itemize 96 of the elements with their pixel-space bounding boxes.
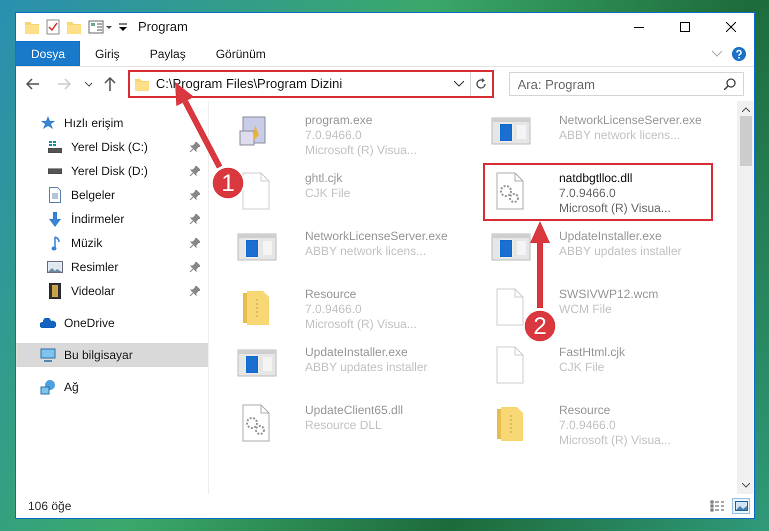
view-button[interactable]	[708, 498, 726, 514]
scroll-up-icon[interactable]	[742, 107, 750, 112]
file-detail: 7.0.9466.0	[305, 128, 363, 143]
sidebar-item[interactable]: Ağ	[16, 375, 208, 399]
star-icon	[40, 115, 56, 131]
scroll-down-icon[interactable]	[742, 483, 750, 488]
properties-icon[interactable]	[46, 19, 60, 35]
help-icon[interactable]	[732, 46, 746, 60]
file-detail: 7.0.9466.0	[559, 186, 617, 201]
sidebar-item[interactable]: OneDrive	[16, 311, 208, 335]
sidebar-item[interactable]: Bu bilgisayar	[16, 343, 208, 367]
network-icon	[40, 380, 56, 394]
sidebar-item[interactable]: Resimler	[16, 255, 208, 279]
music-note-icon	[50, 236, 60, 250]
search-field[interactable]: Ara: Program	[508, 72, 744, 96]
file-detail: ABBY network licens...	[559, 128, 682, 143]
drive-icon	[47, 168, 63, 174]
sidebar-item[interactable]: İndirmeler	[16, 207, 208, 231]
ribbon-tab[interactable]: Giriş	[80, 41, 135, 66]
folder-icon	[134, 76, 150, 92]
sidebar-label: Müzik	[71, 235, 104, 252]
file-name: UpdateInstaller.exe	[559, 229, 663, 244]
file-name: program.exe	[305, 113, 374, 128]
address-path: C:\Program Files\Program Dizini	[156, 75, 344, 94]
file-detail: Microsoft (R) Visua...	[305, 143, 417, 158]
sidebar-item[interactable]: Yerel Disk (C:)	[16, 135, 208, 159]
file-name: UpdateInstaller.exe	[305, 345, 409, 360]
file-detail: Microsoft (R) Visua...	[305, 317, 417, 332]
film-icon	[49, 283, 61, 299]
file-detail: Microsoft (R) Visua...	[559, 201, 671, 216]
search-icon[interactable]	[724, 78, 736, 90]
sidebar-item[interactable]: Videolar	[16, 279, 208, 303]
dropdown-icon[interactable]	[454, 81, 464, 87]
file-detail: 7.0.9466.0	[559, 418, 617, 433]
recent-dropdown-icon[interactable]	[84, 82, 92, 86]
large-icons-view-icon	[734, 499, 748, 513]
file-detail: ABBY updates installer	[559, 244, 682, 259]
window-title: Program	[138, 18, 188, 36]
view-button[interactable]	[732, 498, 750, 514]
annotation-number: 1	[221, 170, 235, 197]
sidebar-item[interactable]: Belgeler	[16, 183, 208, 207]
file-detail: ABBY network licens...	[305, 244, 428, 259]
sidebar-label: Bu bilgisayar	[64, 347, 134, 364]
sidebar-label: Videolar	[71, 283, 116, 300]
picture-icon	[47, 261, 63, 273]
close-icon	[726, 22, 736, 32]
up-icon[interactable]	[104, 77, 116, 91]
file-detail: 7.0.9466.0	[305, 302, 363, 317]
file-name: natdbgtlloc.dll	[559, 171, 634, 186]
annotation-badge	[523, 309, 557, 343]
computer-icon	[40, 348, 56, 362]
customize-icon[interactable]	[88, 19, 112, 35]
annotation-number: 2	[533, 313, 547, 340]
back-icon[interactable]	[26, 78, 40, 90]
sidebar-label: Ağ	[64, 379, 80, 396]
file-detail: ABBY updates installer	[305, 360, 428, 375]
highlighted-file-item[interactable]: natdbgtlloc.dll 7.0.9466.0 Microsoft (R) Visua...	[483, 163, 713, 221]
file-detail: WCM File	[559, 302, 613, 317]
sidebar-item[interactable]: Müzik	[16, 231, 208, 255]
minimize-icon	[634, 26, 644, 28]
scrollbar-thumb[interactable]	[740, 116, 752, 166]
download-icon	[49, 212, 61, 226]
cloud-icon	[40, 318, 56, 328]
sidebar-label: Hızlı erişim	[64, 115, 124, 132]
sidebar-label: Yerel Disk (C:)	[71, 139, 149, 156]
file-detail: Microsoft (R) Visua...	[559, 433, 671, 448]
file-name: UpdateClient65.dll	[305, 403, 404, 418]
file-name: NetworkLicenseServer.exe	[305, 229, 448, 244]
item-count: 106 öğe	[28, 498, 72, 515]
file-detail: Resource DLL	[305, 418, 383, 433]
refresh-icon	[475, 78, 488, 90]
annotation-badge	[211, 166, 245, 200]
scrollbar[interactable]	[737, 101, 754, 494]
ribbon-tab[interactable]: Görünüm	[200, 41, 281, 66]
maximize-icon	[680, 22, 690, 32]
file-detail: CJK File	[305, 186, 350, 201]
file-name: NetworkLicenseServer.exe	[559, 113, 702, 128]
address-bar[interactable]: C:\Program Files\Program Dizini	[128, 70, 494, 98]
ribbon-tab[interactable]: Paylaş	[134, 41, 201, 66]
sidebar-item[interactable]: Hızlı erişim	[16, 111, 208, 135]
ribbon-tab[interactable]: Dosya	[16, 41, 80, 66]
file-name: FastHtml.cjk	[559, 345, 625, 360]
file-detail: CJK File	[559, 360, 606, 375]
file-name: Resource	[305, 287, 358, 302]
sidebar-label: Belgeler	[71, 187, 116, 204]
sidebar-label: İndirmeler	[71, 211, 126, 228]
sidebar-label: Resimler	[71, 259, 120, 276]
details-view-icon	[710, 499, 724, 513]
file-name: ghtl.cjk	[305, 171, 344, 186]
sidebar-item[interactable]: Yerel Disk (D:)	[16, 159, 208, 183]
drive-icon	[47, 141, 63, 153]
file-name: Resource	[559, 403, 612, 418]
file-name: SWSIVWP12.wcm	[559, 287, 658, 302]
document-icon	[48, 187, 62, 203]
sidebar-label: Yerel Disk (D:)	[71, 163, 149, 180]
sidebar-label: OneDrive	[64, 315, 116, 332]
